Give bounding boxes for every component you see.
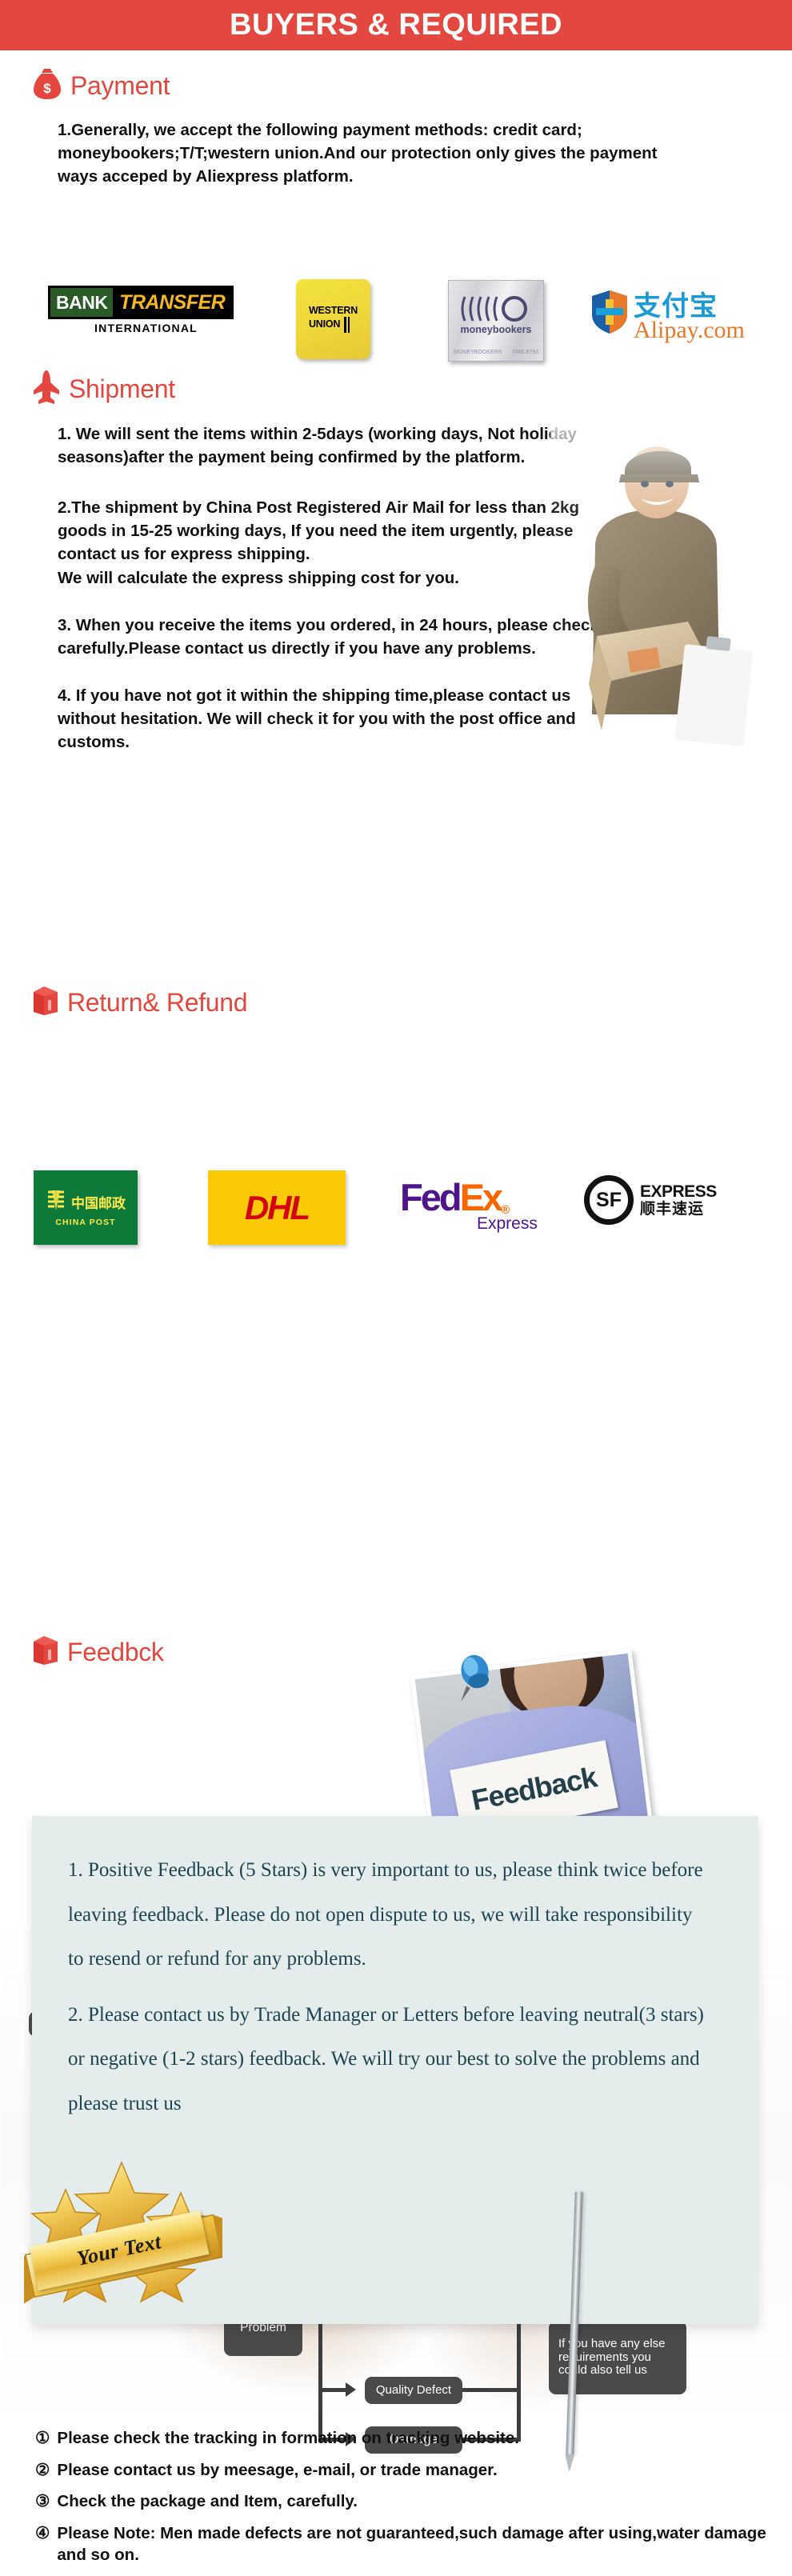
list-item-label: Check the package and Item, carefully.: [57, 2492, 358, 2511]
alipay-com-label: Alipay.com: [634, 317, 745, 343]
sf-chinese-label: 顺丰速运: [640, 1200, 705, 1218]
china-post-emblem-icon: [46, 1189, 66, 1215]
dhl-logo: DHL: [208, 1170, 346, 1245]
china-post-chinese-label: 中国邮政: [71, 1195, 126, 1212]
carrier-logos-row: 中国邮政 CHINA POST DHL FedEx® Express SF EX…: [0, 1170, 792, 1247]
airplane-icon: [34, 370, 59, 408]
bank-transfer-bank-word: BANK: [50, 288, 114, 317]
bank-transfer-sublabel: INTERNATIONAL: [94, 322, 198, 334]
shipment-paragraph-2: 2.The shipment by China Post Registered …: [58, 498, 579, 587]
fedex-logo: FedEx® Express: [400, 1178, 538, 1234]
sf-badge-icon: SF: [584, 1175, 634, 1225]
moneybookers-label: moneybookers: [460, 324, 532, 335]
fedex-ex-part: Ex: [459, 1176, 503, 1218]
western-union-line2: UNION: [308, 318, 341, 330]
return-refund-heading-label: Return& Refund: [67, 988, 248, 1017]
pen-illustration: [566, 2191, 583, 2457]
payment-heading-row: $ Payment: [0, 50, 792, 104]
svg-text:$: $: [43, 81, 51, 96]
shipment-heading-row: Shipment: [0, 370, 792, 408]
feedback-paragraph-2: 2. Please contact us by Trade Manager or…: [68, 2003, 704, 2114]
list-item-number: ④: [35, 2523, 50, 2542]
star-badge-label: Your Text: [74, 2230, 164, 2270]
moneybookers-fineprint: MONEYBOOKERS 7465 8793: [454, 350, 538, 355]
page-header-banner: BUYERS & REQUIRED: [0, 0, 792, 50]
alipay-shield-icon: [592, 290, 627, 338]
bank-transfer-transfer-word: TRANSFER: [113, 288, 231, 317]
bank-transfer-logo: BANK TRANSFER INTERNATIONAL: [48, 286, 244, 334]
page-title: BUYERS & REQUIRED: [230, 8, 562, 42]
feedback-heading-label: Feedbck: [67, 1638, 164, 1666]
list-item: ③ Check the package and Item, carefully.: [35, 2491, 779, 2513]
dhl-wordmark: DHL: [244, 1188, 310, 1226]
sf-express-label: EXPRESS: [640, 1182, 717, 1201]
fedex-fed-part: Fed: [400, 1176, 462, 1218]
alipay-logo: 支付宝 Alipay.com: [592, 284, 745, 344]
feedback-heading-row: Feedbck: [0, 1636, 164, 1669]
sf-express-logo: SF EXPRESS 顺丰速运: [584, 1175, 717, 1225]
list-item-number: ③: [35, 2492, 50, 2511]
fedex-express-sublabel: Express: [477, 1214, 538, 1233]
shipment-heading-label: Shipment: [69, 374, 175, 403]
payment-section: $ Payment 1.Generally, we accept the fol…: [0, 50, 792, 370]
box-icon: [34, 986, 58, 1019]
china-post-logo: 中国邮政 CHINA POST: [34, 1170, 138, 1245]
shipment-section: Shipment 1. We will sent the items withi…: [0, 370, 792, 1245]
star-badge: Your Text: [10, 2158, 242, 2307]
payment-logos-row: BANK TRANSFER INTERNATIONAL WESTERN UNIO…: [0, 279, 792, 371]
box-icon: [34, 1636, 58, 1669]
return-refund-heading-row: Return& Refund: [0, 986, 248, 1019]
shipment-paragraph-3: 3. When you receive the items you ordere…: [58, 615, 614, 658]
list-item-label: Please Note: Men made defects are not gu…: [57, 2523, 766, 2564]
push-pin-icon: [448, 1645, 498, 1702]
western-union-logo: WESTERN UNION: [296, 279, 370, 359]
payment-heading-label: Payment: [70, 71, 170, 100]
feedback-paragraph-1: 1. Positive Feedback (5 Stars) is very i…: [68, 1859, 703, 1970]
list-item: ④ Please Note: Men made defects are not …: [35, 2523, 779, 2566]
moneybookers-arcs-icon: [460, 295, 534, 326]
china-post-english-label: CHINA POST: [55, 1217, 116, 1227]
payment-paragraph: 1.Generally, we accept the following pay…: [58, 121, 658, 186]
shipment-paragraph-1: 1. We will sent the items within 2-5days…: [58, 425, 577, 467]
feedback-sign-label: Feedback: [469, 1760, 600, 1817]
western-union-bars-icon: [342, 316, 350, 333]
moneybookers-logo: moneybookers MONEYBOOKERS 7465 8793: [448, 280, 544, 362]
shipment-paragraph-4: 4. If you have not got it within the shi…: [58, 686, 576, 752]
feedback-section: Feedbck Feedback 1. Positive Feedback (5…: [0, 1620, 792, 2471]
western-union-line1: WESTERN: [308, 305, 358, 317]
money-bag-icon: $: [34, 68, 61, 104]
sf-badge-label: SF: [596, 1188, 622, 1211]
